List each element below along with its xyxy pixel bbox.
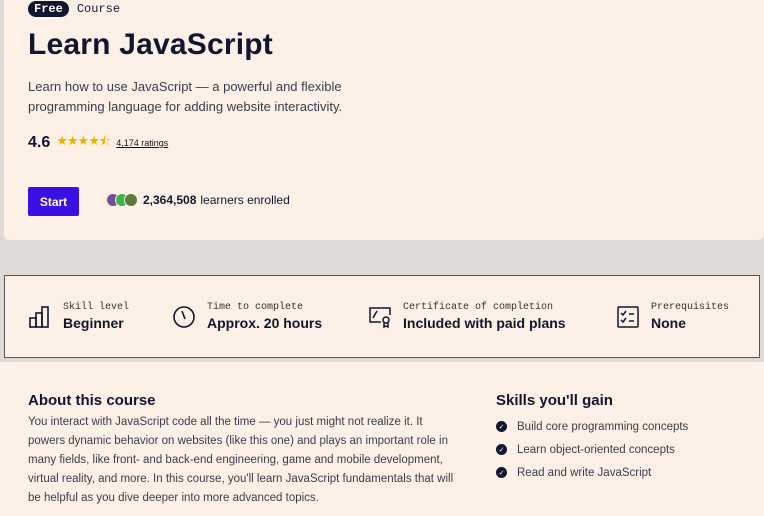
info-value: Beginner [63, 315, 124, 331]
info-value: None [651, 315, 686, 331]
rating-value: 4.6 [28, 134, 51, 151]
info-certificate: Certificate of completion Included with p… [367, 302, 566, 331]
skill-label: Read and write JavaScript [517, 466, 652, 479]
start-button[interactable]: Start [28, 187, 79, 216]
ratings-link[interactable]: 4,174 ratings [116, 138, 168, 148]
clock-icon [173, 306, 195, 328]
course-hero: Free Course Learn JavaScript Learn how t… [4, 0, 764, 240]
skill-label: Learn object-oriented concepts [517, 443, 675, 456]
learner-avatars [106, 193, 138, 207]
check-circle-icon: ✓ [496, 467, 507, 478]
about-text: You interact with JavaScript code all th… [28, 416, 454, 504]
avatar [124, 193, 138, 207]
learners-count: 2,364,508 [143, 193, 197, 207]
rating: 4.6 ★★★★⯪ 4,174 ratings [28, 132, 168, 154]
skill-item: ✓ Learn object-oriented concepts [496, 438, 688, 461]
check-circle-icon: ✓ [496, 444, 507, 455]
info-label: Certificate of completion [403, 302, 554, 313]
info-value: Included with paid plans [403, 315, 566, 331]
skill-label: Build core programming concepts [517, 420, 689, 433]
page-title: Learn JavaScript [28, 28, 273, 61]
learners-enrolled: 2,364,508 learners enrolled [106, 193, 290, 207]
info-label: Prerequisites [651, 302, 730, 313]
about-section: About this course You interact with Java… [28, 392, 458, 508]
free-badge: Free [28, 1, 69, 17]
info-value: Approx. 20 hours [207, 315, 323, 331]
check-circle-icon: ✓ [496, 421, 507, 432]
info-label: Time to complete [207, 302, 304, 313]
badge-row: Free Course [28, 1, 120, 17]
info-skill-level: Skill level Beginner [27, 302, 129, 331]
star-rating-icon: ★★★★⯪ [56, 133, 111, 148]
about-title: About this course [28, 392, 156, 409]
checklist-icon [617, 306, 639, 328]
bar-chart-icon [29, 306, 49, 328]
learners-label: learners enrolled [200, 193, 290, 207]
course-details: About this course You interact with Java… [0, 362, 764, 516]
course-description: Learn how to use JavaScript — a powerful… [28, 79, 343, 114]
course-info-bar: Skill level Beginner Time to complete Appr… [4, 275, 760, 358]
info-prerequisites: Prerequisites None [615, 302, 729, 331]
skill-item: ✓ Read and write JavaScript [496, 461, 688, 484]
info-time: Time to complete Approx. 20 hours [171, 302, 322, 331]
certificate-icon [369, 307, 391, 329]
info-label: Skill level [63, 302, 130, 313]
skill-item: ✓ Build core programming concepts [496, 415, 688, 438]
skills-title: Skills you'll gain [496, 392, 613, 409]
course-type: Course [76, 2, 121, 16]
skills-section: Skills you'll gain ✓ Build core programmi… [496, 392, 688, 484]
